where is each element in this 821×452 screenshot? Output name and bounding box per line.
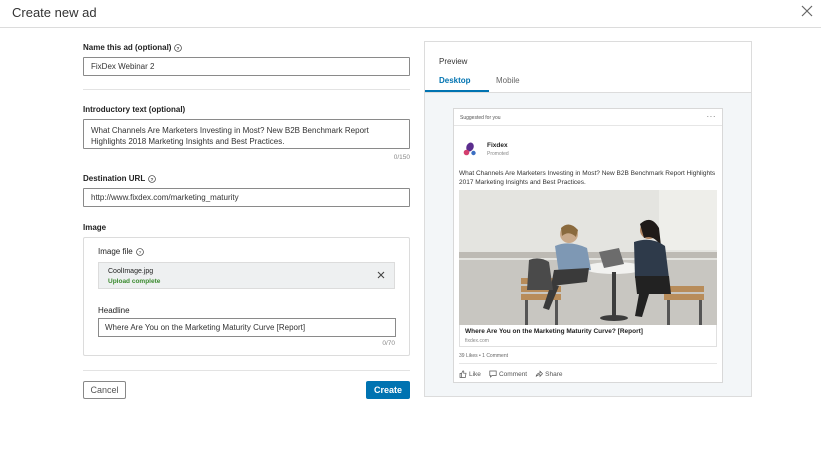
suggested-label: Suggested for you [460,115,501,121]
url-label-row: Destination URL ? [83,174,157,183]
share-label: Share [545,370,563,378]
thumbs-up-icon [459,370,467,378]
tab-desktop[interactable]: Desktop [439,76,471,85]
company-logo-icon [463,142,476,156]
name-label-row: Name this ad (optional) ? [83,43,183,52]
ad-preview-card: Suggested for you ··· Fixdex Promoted Wh… [453,108,723,383]
social-actions: Like Comment Share [459,370,562,378]
cancel-button[interactable]: Cancel [83,381,126,399]
svg-text:?: ? [177,45,180,51]
uploaded-file: CoolImage.jpg Upload complete [98,262,395,289]
link-headline[interactable]: Where Are You on the Marketing Maturity … [465,328,643,335]
remove-icon[interactable] [377,271,385,279]
modal-header: Create new ad [0,0,821,28]
url-label: Destination URL [83,174,146,183]
modal-title: Create new ad [12,5,97,20]
file-name: CoolImage.jpg [108,268,154,275]
more-options-icon[interactable]: ··· [707,112,717,121]
intro-label: Introductory text (optional) [83,105,186,114]
tab-mobile[interactable]: Mobile [496,76,520,85]
intro-label-row: Introductory text (optional) [83,105,185,114]
svg-text:?: ? [138,249,141,255]
image-file-label: Image file [98,247,133,256]
divider [83,89,410,90]
image-section: Image file ? CoolImage.jpg Upload comple… [83,237,410,356]
link-preview[interactable]: Where Are You on the Marketing Maturity … [459,325,717,347]
ad-intro-text: What Channels Are Marketers Investing in… [459,170,716,186]
share-icon [535,370,544,378]
preview-panel: Preview Desktop Mobile Suggested for you… [424,41,752,397]
headline-input[interactable]: Where Are You on the Marketing Maturity … [98,318,396,337]
preview-title: Preview [439,57,468,66]
create-button[interactable]: Create [366,381,410,399]
name-label: Name this ad (optional) [83,43,172,52]
comment-action[interactable]: Comment [489,370,527,378]
like-action[interactable]: Like [459,370,481,378]
divider [83,370,410,371]
preview-header: Preview Desktop Mobile [425,42,751,93]
divider [454,125,722,126]
ad-name-input[interactable]: FixDex Webinar 2 [83,57,410,76]
intro-char-counter: 0/150 [393,154,410,161]
like-label: Like [469,370,481,378]
social-stats[interactable]: 39 Likes • 1 Comment [459,353,508,359]
intro-text-input[interactable]: What Channels Are Marketers Investing in… [83,119,410,149]
promoted-label: Promoted [487,151,509,157]
image-section-label: Image [83,223,107,232]
svg-text:?: ? [151,176,154,182]
upload-status: Upload complete [108,278,161,285]
comment-icon [489,370,497,378]
headline-label: Headline [98,306,130,315]
help-icon[interactable]: ? [135,247,144,256]
headline-char-counter: 0/70 [382,340,395,347]
image-file-label-row: Image file ? [98,247,144,256]
comment-label: Comment [498,370,528,378]
destination-url-input[interactable]: http://www.fixdex.com/marketing_maturity [83,188,410,207]
ad-image[interactable] [459,190,717,325]
active-tab-indicator [425,90,489,92]
company-name[interactable]: Fixdex [487,142,508,149]
close-icon[interactable] [800,4,814,18]
help-icon[interactable]: ? [148,174,157,183]
share-action[interactable]: Share [535,370,562,378]
link-domain: fixdex.com [465,338,489,344]
help-icon[interactable]: ? [174,43,183,52]
divider [459,363,717,364]
